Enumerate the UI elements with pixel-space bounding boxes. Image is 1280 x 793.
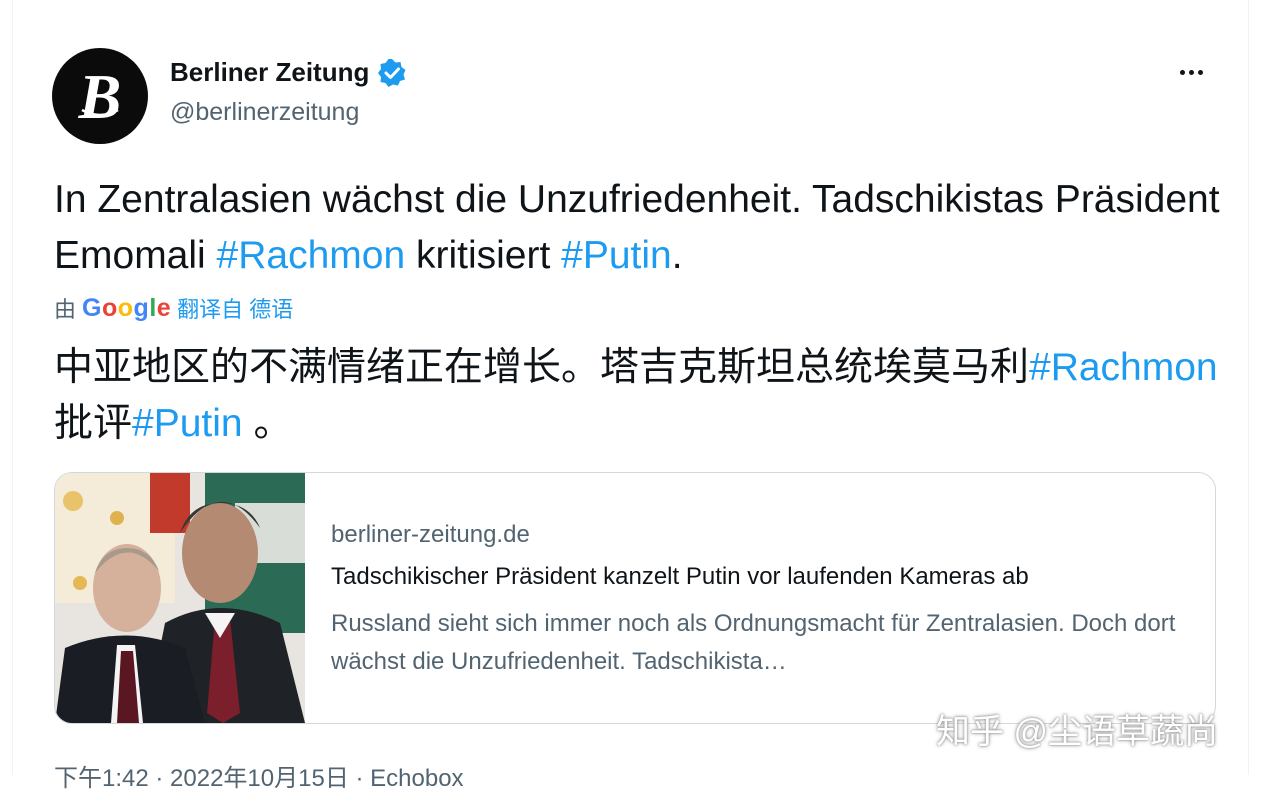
frame-right-border xyxy=(1248,0,1249,775)
translated-text: 中亚地区的不满情绪正在增长。塔吉克斯坦总统埃莫马利#Rachmon 批评#Puti… xyxy=(54,340,1234,452)
google-letter: o xyxy=(117,293,134,322)
link-preview-card[interactable]: berliner-zeitung.de Tadschikischer Präsi… xyxy=(54,472,1216,724)
frame-left-border xyxy=(12,0,13,775)
translated-text-part: 。 xyxy=(242,402,293,445)
hashtag-rachmon-translated[interactable]: #Rachmon xyxy=(1029,346,1218,389)
verified-badge-icon xyxy=(378,58,406,87)
account-name-row: Berliner Zeitung xyxy=(170,57,407,88)
berliner-logo-icon: B xyxy=(78,61,122,132)
google-letter: l xyxy=(149,293,157,322)
svg-text:B: B xyxy=(78,61,122,132)
google-letter: g xyxy=(133,293,150,322)
more-dots-icon[interactable] xyxy=(1180,70,1203,75)
card-body: berliner-zeitung.de Tadschikischer Präsi… xyxy=(305,473,1215,723)
hashtag-rachmon[interactable]: #Rachmon xyxy=(217,234,406,277)
card-thumbnail-image xyxy=(55,473,305,723)
google-letter: o xyxy=(101,293,118,322)
translated-text-part: 中亚地区的不满情绪正在增长。塔吉克斯坦总统埃莫马利 xyxy=(54,346,1030,389)
google-letter: G xyxy=(82,293,102,322)
tweet-text-part: kritisiert xyxy=(405,234,562,277)
tweet-text-part: . xyxy=(671,234,683,277)
translation-attribution: 由 Google 翻译自 德语 xyxy=(54,292,293,324)
account-avatar[interactable]: B xyxy=(52,48,148,144)
card-description: Russland sieht sich immer noch als Ordnu… xyxy=(331,610,1176,675)
google-logo: Google xyxy=(82,294,171,323)
hashtag-putin-translated[interactable]: #Putin xyxy=(132,402,243,445)
account-name[interactable]: Berliner Zeitung xyxy=(170,57,369,88)
card-domain: berliner-zeitung.de xyxy=(331,521,530,548)
account-handle[interactable]: @berlinerzeitung xyxy=(170,98,359,127)
translate-source-link[interactable]: 翻译自 德语 xyxy=(177,292,293,324)
zhihu-watermark: 知乎 @尘语草蔬尚 xyxy=(936,713,1218,751)
hashtag-putin[interactable]: #Putin xyxy=(561,234,672,277)
tweet-timestamp[interactable]: 下午1:42 · 2022年10月15日 · Echobox xyxy=(54,758,464,793)
translated-by-label: 由 xyxy=(54,297,77,322)
google-letter: e xyxy=(156,293,172,322)
translated-text-part: 批评 xyxy=(54,402,133,445)
tweet-text: In Zentralasien wächst die Unzufriedenhe… xyxy=(54,172,1234,284)
card-title[interactable]: Tadschikischer Präsident kanzelt Putin v… xyxy=(331,563,1215,591)
